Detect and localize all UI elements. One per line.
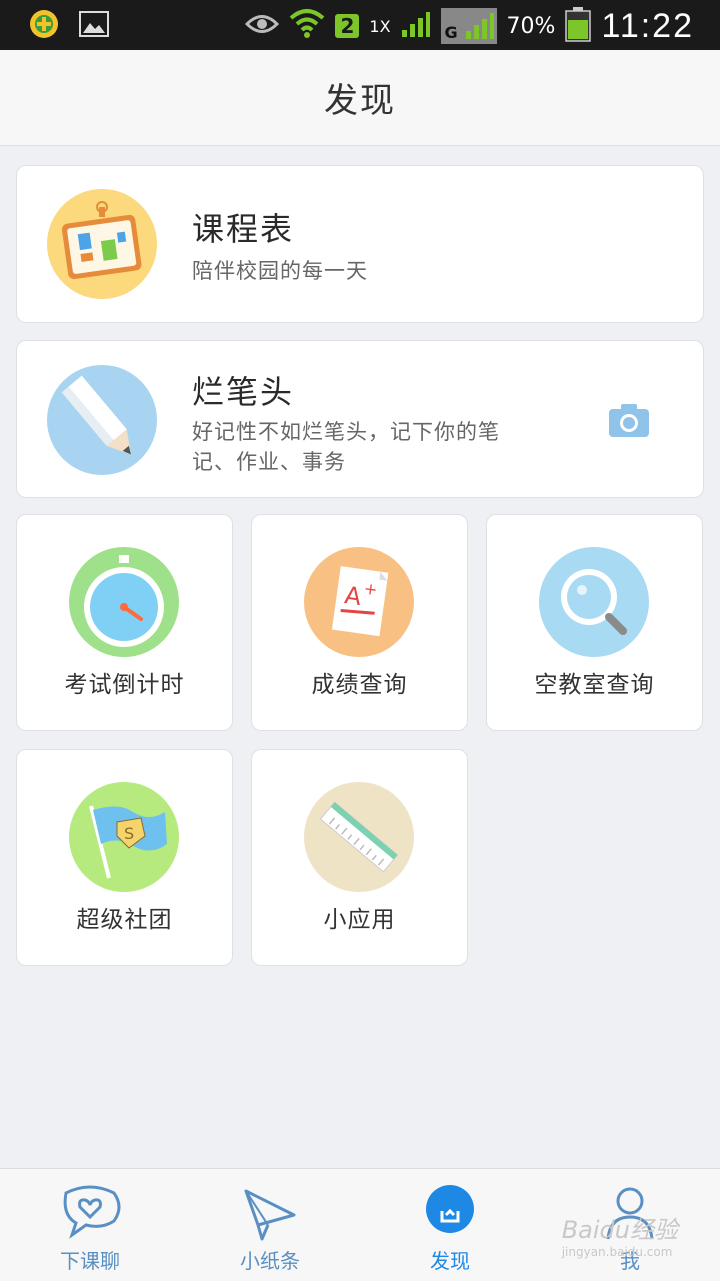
eye-icon — [245, 13, 280, 39]
tab-chat-label: 下课聊 — [60, 1249, 120, 1273]
notes-subtitle-line-1: 好记性不如烂笔头，记下你的笔 — [192, 420, 500, 444]
tab-chat[interactable]: 下课聊 — [0, 1169, 180, 1281]
pencil-icon — [47, 365, 157, 475]
gallery-icon — [78, 10, 110, 42]
clock: 11:22 — [601, 6, 694, 45]
tile-empty-classroom[interactable]: 空教室查询 — [486, 514, 703, 731]
svg-text:+: + — [363, 579, 379, 600]
tile-grade-query[interactable]: A + 成绩查询 — [251, 514, 468, 731]
sim-2-icon: 2 — [335, 14, 360, 38]
page-header: 发现 — [0, 50, 720, 146]
status-bar: 2 1X G 70% 11:22 — [0, 0, 720, 50]
tile-exam-countdown-label: 考试倒计时 — [64, 672, 185, 698]
tile-exam-countdown[interactable]: 考试倒计时 — [16, 514, 233, 731]
ruler-icon — [304, 782, 414, 892]
tile-empty-classroom-label: 空教室查询 — [534, 672, 655, 698]
tab-discover-label: 发现 — [430, 1249, 470, 1273]
paper-plane-icon — [238, 1185, 302, 1241]
notes-subtitle-line-2: 记、作业、事务 — [192, 450, 346, 474]
mobile-data-icon: G — [440, 8, 497, 44]
bulb-icon — [418, 1185, 482, 1241]
tab-discover[interactable]: 发现 — [360, 1169, 540, 1281]
wifi-icon — [289, 8, 325, 44]
security-app-icon — [28, 8, 60, 44]
network-rate-text: 1X — [369, 16, 391, 36]
tab-notes-label: 小纸条 — [240, 1249, 300, 1273]
magnifier-icon — [539, 547, 649, 657]
tile-super-club[interactable]: S 超级社团 — [16, 749, 233, 966]
watermark-brand: Baidu经验 — [561, 1216, 678, 1244]
baidu-watermark: Baidu经验 jingyan.baidu.com — [562, 1210, 678, 1259]
watermark-url: jingyan.baidu.com — [561, 1245, 673, 1259]
flag-icon: S — [69, 782, 179, 892]
network-type-text: G — [444, 23, 458, 42]
page-title: 发现 — [324, 81, 396, 121]
svg-text:S: S — [124, 824, 134, 843]
schedule-board-icon — [47, 189, 157, 299]
notes-card[interactable]: 烂笔头 好记性不如烂笔头，记下你的笔 记、作业、事务 — [16, 340, 704, 498]
tile-mini-apps-label: 小应用 — [323, 907, 396, 933]
signal-strength-icon — [401, 10, 431, 42]
battery-percent: 70% — [506, 13, 556, 39]
camera-icon[interactable] — [607, 401, 651, 443]
chat-heart-icon — [58, 1185, 122, 1241]
grade-paper-icon: A + — [304, 547, 414, 657]
schedule-title: 课程表 — [192, 210, 295, 248]
tab-notes[interactable]: 小纸条 — [180, 1169, 360, 1281]
notes-subtitle: 好记性不如烂笔头，记下你的笔 记、作业、事务 — [192, 417, 572, 477]
notes-title: 烂笔头 — [192, 373, 295, 411]
battery-icon — [565, 6, 592, 46]
tile-grade-query-label: 成绩查询 — [311, 672, 408, 698]
schedule-subtitle: 陪伴校园的每一天 — [192, 259, 368, 283]
stopwatch-icon — [69, 547, 179, 657]
tile-super-club-label: 超级社团 — [76, 907, 173, 933]
schedule-card[interactable]: 课程表 陪伴校园的每一天 — [16, 165, 704, 323]
tile-mini-apps[interactable]: 小应用 — [251, 749, 468, 966]
